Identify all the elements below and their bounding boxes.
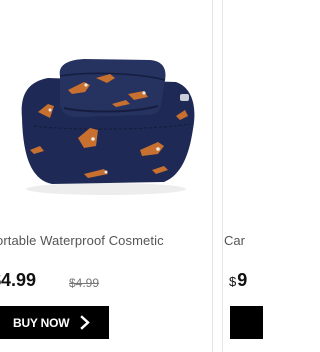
product-title-next[interactable]: Car bbox=[224, 233, 245, 248]
currency-symbol: $ bbox=[229, 274, 237, 289]
product-image[interactable] bbox=[0, 0, 212, 215]
product-card[interactable]: ortable Waterproof Cosmetic $4.99 $4.99 … bbox=[0, 0, 213, 352]
product-title[interactable]: ortable Waterproof Cosmetic bbox=[0, 233, 212, 248]
chevron-right-icon bbox=[79, 315, 91, 335]
buy-now-button[interactable]: BUY NOW bbox=[0, 306, 109, 339]
buy-now-button-next[interactable] bbox=[230, 306, 263, 339]
product-old-price: $4.99 bbox=[69, 276, 100, 290]
buy-now-label: BUY NOW bbox=[13, 315, 70, 330]
price-value: 9 bbox=[237, 270, 248, 290]
cosmetic-bag-image bbox=[21, 59, 195, 195]
product-price: $4.99 bbox=[0, 270, 37, 290]
product-card-next[interactable]: Car $9 bbox=[222, 0, 263, 352]
product-price-next: $9 bbox=[229, 270, 247, 291]
